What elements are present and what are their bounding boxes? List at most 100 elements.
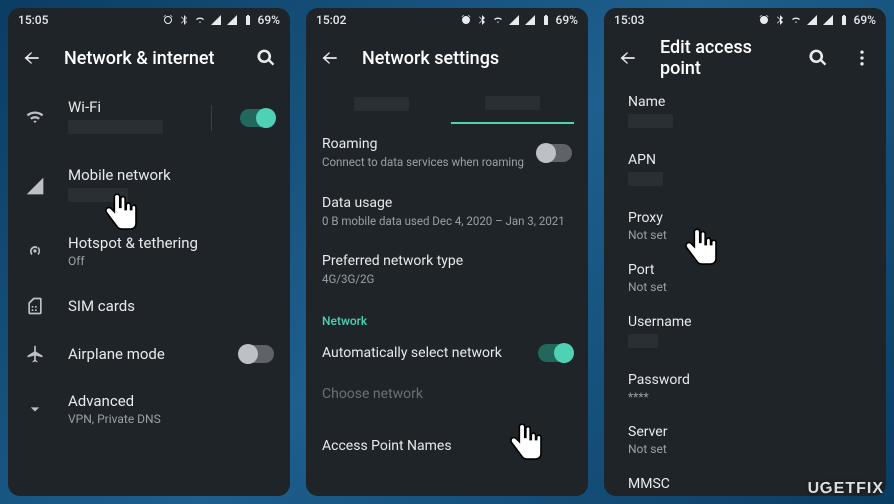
screen-network-internet: 15:05 69% Network & internet Wi-Fi — [8, 8, 290, 496]
signal-icon — [210, 14, 222, 26]
row-title: Advanced — [68, 392, 274, 410]
row-title: Data usage — [322, 195, 572, 211]
roaming-toggle[interactable] — [538, 144, 572, 162]
page-title: Edit access point — [660, 37, 786, 79]
battery-icon — [838, 14, 850, 26]
field-server[interactable]: Server Not set — [604, 414, 886, 466]
alarm-icon — [758, 14, 770, 26]
battery-icon — [540, 14, 552, 26]
field-username[interactable]: Username — [604, 304, 886, 362]
alarm-icon — [460, 14, 472, 26]
field-value: Not set — [628, 442, 862, 456]
signal-icon — [508, 14, 520, 26]
hotspot-icon — [24, 241, 46, 261]
section-header: Network — [306, 300, 588, 332]
search-button[interactable] — [254, 46, 278, 70]
sim-tab-1[interactable] — [320, 84, 443, 124]
airplane-toggle[interactable] — [240, 345, 274, 363]
row-auto-select-network[interactable]: Automatically select network — [306, 332, 588, 374]
row-title: Preferred network type — [322, 253, 572, 269]
row-title: Automatically select network — [322, 345, 538, 361]
row-title: Access Point Names — [322, 438, 572, 454]
row-title: Roaming — [322, 136, 538, 152]
chevron-down-icon — [24, 399, 46, 419]
back-button[interactable] — [20, 46, 44, 70]
bluetooth-icon — [774, 14, 786, 26]
wifi-icon — [24, 108, 46, 128]
field-label: Port — [628, 262, 862, 278]
battery-percent: 69% — [258, 13, 280, 27]
redacted-value — [68, 188, 128, 202]
status-icons: 69% — [162, 13, 280, 27]
wifi-toggle[interactable] — [240, 109, 274, 127]
redacted-value — [354, 97, 409, 111]
row-preferred-network[interactable]: Preferred network type 4G/3G/2G — [306, 241, 588, 300]
field-label: Server — [628, 424, 862, 440]
app-bar: Network settings — [306, 32, 588, 84]
field-port[interactable]: Port Not set — [604, 252, 886, 304]
field-proxy[interactable]: Proxy Not set — [604, 200, 886, 252]
row-airplane-mode[interactable]: Airplane mode — [8, 330, 290, 378]
search-button[interactable] — [806, 46, 830, 70]
redacted-value — [628, 114, 673, 128]
row-hotspot[interactable]: Hotspot & tethering Off — [8, 220, 290, 282]
redacted-value — [628, 172, 663, 186]
field-label: Username — [628, 314, 862, 330]
screen-network-settings: 15:02 69% Network settings Roaming Conne… — [306, 8, 588, 496]
field-value: Not set — [628, 228, 862, 242]
bluetooth-icon — [178, 14, 190, 26]
signal-icon — [806, 14, 818, 26]
signal-icon-2 — [822, 14, 834, 26]
battery-percent: 69% — [854, 13, 876, 27]
field-apn[interactable]: APN — [604, 142, 886, 200]
sim-icon — [24, 296, 46, 316]
divider — [211, 105, 212, 131]
row-sim-cards[interactable]: SIM cards — [8, 282, 290, 330]
row-wifi[interactable]: Wi-Fi — [8, 84, 290, 152]
battery-percent: 69% — [556, 13, 578, 27]
row-subtitle: 0 B mobile data used Dec 4, 2020 – Jan 3… — [322, 214, 572, 230]
wifi-icon — [492, 14, 504, 26]
redacted-value — [628, 334, 658, 348]
redacted-value — [68, 120, 163, 134]
settings-list: Wi-Fi Mobile network Hotspot & tethering… — [8, 84, 290, 452]
alarm-icon — [162, 14, 174, 26]
status-icons: 69% — [758, 13, 876, 27]
row-advanced[interactable]: Advanced VPN, Private DNS — [8, 378, 290, 440]
auto-network-toggle[interactable] — [538, 344, 572, 362]
row-mobile-network[interactable]: Mobile network — [8, 152, 290, 220]
row-access-point-names[interactable]: Access Point Names — [306, 414, 588, 466]
sim-tab-2[interactable] — [451, 84, 574, 124]
field-label: APN — [628, 152, 862, 168]
signal-icon-2 — [226, 14, 238, 26]
row-data-usage[interactable]: Data usage 0 B mobile data used Dec 4, 2… — [306, 183, 588, 242]
signal-icon-2 — [524, 14, 536, 26]
battery-icon — [242, 14, 254, 26]
row-title: Mobile network — [68, 166, 274, 184]
field-name[interactable]: Name — [604, 84, 886, 142]
field-label: Name — [628, 94, 862, 110]
page-title: Network & internet — [64, 48, 234, 69]
apn-form: Name APN Proxy Not set Port Not set User… — [604, 84, 886, 496]
row-title: Airplane mode — [68, 345, 218, 363]
signal-icon — [24, 176, 46, 196]
field-password[interactable]: Password **** — [604, 362, 886, 414]
row-subtitle: Connect to data services when roaming — [322, 155, 538, 171]
more-button[interactable] — [850, 46, 874, 70]
back-button[interactable] — [616, 46, 640, 70]
row-subtitle: Off — [68, 254, 274, 268]
settings-list: Roaming Connect to data services when ro… — [306, 124, 588, 478]
row-title: Wi-Fi — [68, 98, 189, 116]
status-time: 15:02 — [316, 13, 346, 27]
bluetooth-icon — [476, 14, 488, 26]
redacted-value — [485, 96, 540, 110]
row-roaming[interactable]: Roaming Connect to data services when ro… — [306, 124, 588, 183]
app-bar: Network & internet — [8, 32, 290, 84]
app-bar: Edit access point — [604, 32, 886, 84]
row-subtitle: VPN, Private DNS — [68, 412, 274, 426]
back-button[interactable] — [318, 46, 342, 70]
sim-tabs — [306, 84, 588, 124]
status-time: 15:05 — [18, 13, 48, 27]
row-title: Choose network — [322, 386, 572, 402]
field-value: Not set — [628, 280, 862, 294]
